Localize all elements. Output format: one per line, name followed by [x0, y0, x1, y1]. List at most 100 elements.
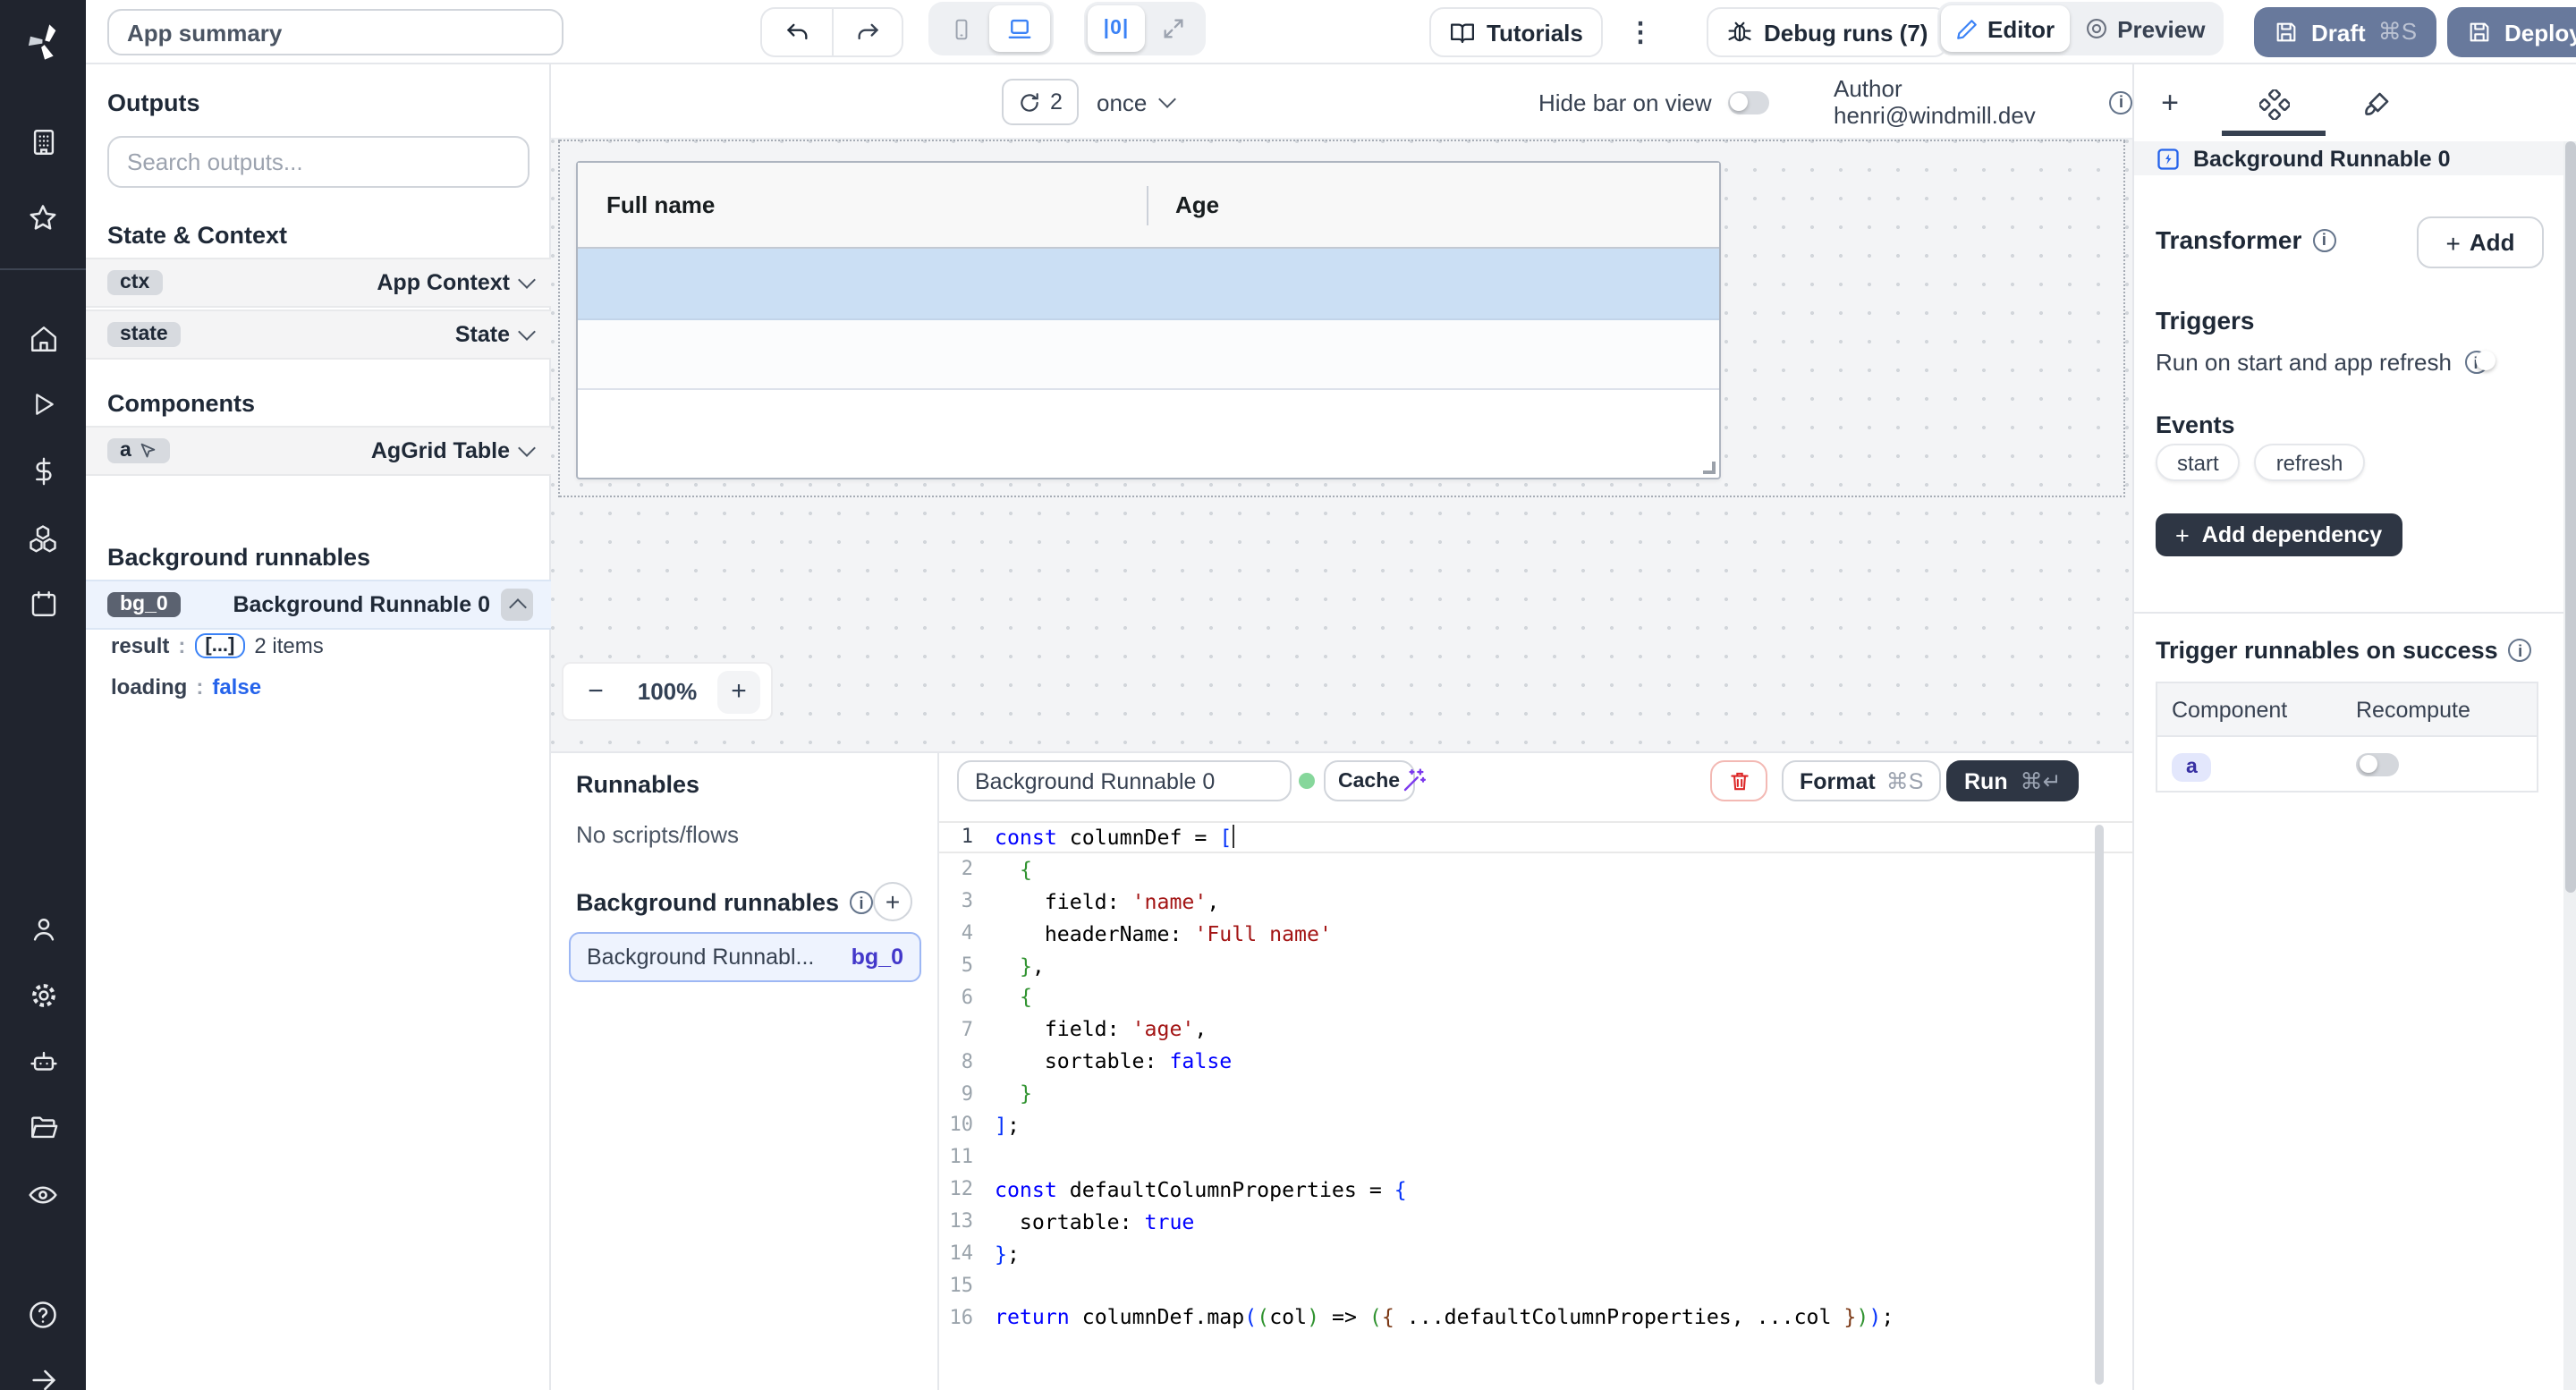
editor-mode-tab[interactable]: Editor: [1941, 5, 2069, 52]
help-icon[interactable]: [0, 1299, 86, 1331]
code-line[interactable]: 15: [939, 1269, 2132, 1301]
code-line[interactable]: 10];: [939, 1109, 2132, 1141]
result-row[interactable]: result : [...] 2 items: [111, 633, 324, 658]
code-line[interactable]: 1const columnDef = [: [939, 821, 2132, 853]
theme-tab[interactable]: [2354, 82, 2397, 125]
info-icon[interactable]: i: [2509, 639, 2532, 662]
component-a-chip: a: [107, 438, 171, 463]
ctx-row[interactable]: ctx App Context: [86, 258, 551, 308]
undo-button[interactable]: [760, 7, 832, 57]
component-a-row[interactable]: a AgGrid Table: [86, 426, 551, 476]
resources-cubes-icon[interactable]: [0, 522, 86, 555]
panel-scrollbar-thumb[interactable]: [2564, 141, 2575, 893]
component-settings-tab[interactable]: [2252, 82, 2295, 125]
runnable-name-input[interactable]: Background Runnable 0: [957, 760, 1292, 801]
resize-handle[interactable]: [1703, 462, 1716, 474]
add-transformer-button[interactable]: + Add: [2417, 216, 2544, 268]
collapse-row-button[interactable]: [501, 589, 533, 621]
more-menu-button[interactable]: ⋮: [1628, 9, 1653, 55]
code-line[interactable]: 4 headerName: 'Full name': [939, 917, 2132, 949]
preview-mode-tab[interactable]: Preview: [2069, 5, 2219, 52]
code-line[interactable]: 11: [939, 1141, 2132, 1174]
runs-play-icon[interactable]: [0, 390, 86, 419]
info-icon[interactable]: i: [2312, 228, 2335, 251]
editor-scrollbar[interactable]: [2095, 825, 2104, 1385]
variables-dollar-icon[interactable]: [0, 456, 86, 487]
add-dependency-button[interactable]: + Add dependency: [2156, 513, 2402, 556]
draft-button[interactable]: Draft ⌘S: [2254, 7, 2436, 57]
run-button[interactable]: Run ⌘↵: [1946, 760, 2080, 801]
workspace-icon[interactable]: [0, 127, 86, 157]
tutorials-button[interactable]: Tutorials: [1429, 7, 1603, 57]
schedules-calendar-icon[interactable]: [0, 589, 86, 619]
component-a-chip: a: [2172, 752, 2212, 781]
debug-runs-button[interactable]: Debug runs (7): [1707, 7, 1947, 57]
code-line[interactable]: 5 },: [939, 949, 2132, 981]
code-line[interactable]: 6 {: [939, 981, 2132, 1013]
recompute-toggle[interactable]: [2356, 752, 2399, 776]
zoom-out-button[interactable]: −: [574, 670, 617, 713]
chevron-down-icon: [1159, 90, 1177, 108]
code-line[interactable]: 12const defaultColumnProperties = {: [939, 1174, 2132, 1206]
state-row[interactable]: state State: [86, 309, 551, 360]
format-button[interactable]: Format ⌘S: [1782, 760, 1941, 801]
settings-gear-icon[interactable]: [0, 980, 86, 1011]
delete-runnable-button[interactable]: [1710, 760, 1767, 801]
code-editor[interactable]: 1const columnDef = [2 {3 field: 'name',4…: [939, 821, 2132, 1390]
app-summary-input[interactable]: App summary: [107, 9, 564, 55]
state-chip: state: [107, 322, 181, 347]
loading-row: loading : false: [111, 674, 261, 699]
result-key: result: [111, 633, 169, 658]
mobile-view-button[interactable]: [932, 5, 989, 52]
desktop-view-button[interactable]: [989, 5, 1050, 52]
refresh-mode-select[interactable]: once: [1097, 79, 1174, 125]
audit-eye-icon[interactable]: [0, 1179, 86, 1211]
refresh-count-button[interactable]: 2: [1002, 79, 1079, 125]
app-canvas[interactable]: Full name Age − 100% +: [551, 140, 2132, 751]
table-row-selected[interactable]: [578, 249, 1719, 320]
hide-bar-toggle[interactable]: [1728, 90, 1769, 114]
colon: :: [196, 674, 203, 699]
background-runnables-title: Background runnables: [107, 544, 370, 571]
aggrid-table-component[interactable]: Full name Age: [576, 161, 1721, 479]
result-array-box[interactable]: [...]: [194, 633, 245, 658]
windmill-logo[interactable]: [0, 20, 86, 64]
favorites-star-icon[interactable]: [0, 202, 86, 234]
code-line[interactable]: 14};: [939, 1237, 2132, 1269]
event-chip-refresh[interactable]: refresh: [2255, 444, 2365, 481]
column-header-age[interactable]: Age: [1147, 191, 1219, 218]
editor-header: Background Runnable 0 Cache Format ⌘S Ru…: [939, 753, 2132, 821]
paintbrush-icon: [2360, 89, 2391, 119]
workers-robot-icon[interactable]: [0, 1047, 86, 1077]
add-background-runnable-button[interactable]: +: [873, 882, 912, 921]
code-line[interactable]: 8 sortable: false: [939, 1045, 2132, 1077]
column-header-full-name[interactable]: Full name: [578, 191, 1147, 218]
add-component-tab[interactable]: +: [2148, 82, 2191, 125]
code-line[interactable]: 9 }: [939, 1077, 2132, 1109]
collapse-arrow-icon[interactable]: [0, 1365, 86, 1390]
user-icon[interactable]: [0, 914, 86, 945]
ai-wand-button[interactable]: [1401, 767, 1428, 794]
add-dependency-label: Add dependency: [2202, 522, 2382, 547]
code-line[interactable]: 3 field: 'name',: [939, 886, 2132, 918]
code-line[interactable]: 16return columnDef.map((col) => ({ ...de…: [939, 1301, 2132, 1334]
bg-runnable-item[interactable]: Background Runnabl... bg_0: [569, 932, 921, 982]
column-separator[interactable]: [1147, 186, 1148, 225]
fullwidth-layout-button[interactable]: [1145, 5, 1202, 52]
home-icon[interactable]: [0, 324, 86, 354]
event-chip-start[interactable]: start: [2156, 444, 2241, 481]
redo-button[interactable]: [832, 7, 903, 57]
code-line[interactable]: 2 {: [939, 853, 2132, 886]
info-icon[interactable]: i: [850, 891, 873, 914]
center-layout-icon: |0|: [1104, 18, 1130, 39]
zoom-in-button[interactable]: +: [717, 670, 760, 713]
info-icon[interactable]: i: [2110, 90, 2132, 114]
deploy-button[interactable]: Deploy: [2447, 7, 2576, 57]
table-row[interactable]: [578, 320, 1719, 390]
code-line[interactable]: 7 field: 'age',: [939, 1013, 2132, 1046]
folders-icon[interactable]: [0, 1113, 86, 1143]
center-layout-button[interactable]: |0|: [1088, 5, 1145, 52]
code-line[interactable]: 13 sortable: true: [939, 1205, 2132, 1237]
bg0-row[interactable]: bg_0 Background Runnable 0: [86, 580, 551, 630]
search-outputs-input[interactable]: Search outputs...: [107, 136, 530, 188]
